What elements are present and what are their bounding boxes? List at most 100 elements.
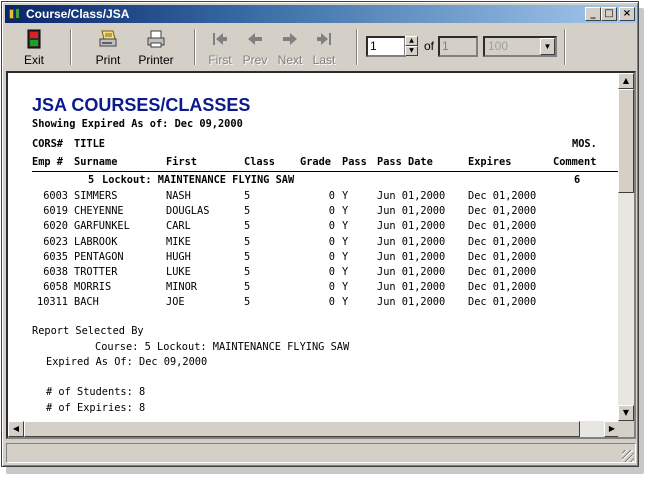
cell-surname: PENTAGON xyxy=(74,250,124,263)
first-page-button[interactable]: First xyxy=(204,26,236,68)
cell-grade: 0 xyxy=(328,281,335,294)
resize-grip-icon[interactable] xyxy=(622,450,634,462)
report-title: JSA COURSES/CLASSES xyxy=(32,95,251,115)
cell-grade: 0 xyxy=(328,220,335,233)
cell-expires: Dec 01,2000 xyxy=(468,250,537,263)
header-pass-date: Pass Date xyxy=(377,156,433,168)
scroll-up-icon[interactable]: ▲ xyxy=(618,73,634,89)
cell-pass-date: Jun 01,2000 xyxy=(377,190,446,202)
summary-expired: Expired As Of: Dec 09,2000 xyxy=(46,356,208,368)
first-page-icon xyxy=(211,28,229,50)
spin-down-icon[interactable]: ▼ xyxy=(405,46,418,56)
header-grade: Grade xyxy=(300,156,331,168)
cell-pass: Y xyxy=(342,190,349,202)
header-mos: MOS. xyxy=(572,138,597,150)
cell-pass-date: Jun 01,2000 xyxy=(377,266,446,278)
cell-pass-date: Jun 01,2000 xyxy=(377,281,446,294)
zoom-select[interactable]: 100 ▼ xyxy=(483,36,557,57)
cell-class: 5 xyxy=(244,250,251,263)
cell-surname: GARFUNKEL xyxy=(74,220,130,233)
chevron-down-icon[interactable]: ▼ xyxy=(540,38,555,55)
report-subtitle: Showing Expired As of: Dec 09,2000 xyxy=(32,118,243,130)
arrow-right-icon xyxy=(281,28,299,50)
cell-emp: 6019 xyxy=(43,205,68,218)
vertical-scroll-thumb[interactable] xyxy=(618,89,634,193)
cell-pass-date: Jun 01,2000 xyxy=(377,235,446,248)
cell-expires: Dec 01,2000 xyxy=(468,281,537,294)
cell-class: 5 xyxy=(244,281,251,294)
cell-surname: SIMMERS xyxy=(74,190,118,202)
prev-page-button[interactable]: Prev xyxy=(239,26,271,68)
cell-emp: 6035 xyxy=(43,250,68,263)
cell-grade: 0 xyxy=(328,205,335,218)
page-total-field: 1 xyxy=(438,36,478,57)
header-pass: Pass xyxy=(342,156,367,168)
arrow-left-icon xyxy=(246,28,264,50)
horizontal-scrollbar[interactable]: ◀ ▶ xyxy=(8,421,620,437)
cell-grade: 0 xyxy=(328,250,335,263)
cell-emp: 10311 xyxy=(37,296,68,309)
cell-expires: Dec 01,2000 xyxy=(468,235,537,248)
cell-emp: 6058 xyxy=(43,281,68,294)
cell-expires: Dec 01,2000 xyxy=(468,205,537,218)
header-expires: Expires xyxy=(468,156,512,168)
print-button[interactable]: Print xyxy=(86,26,130,68)
maximize-button[interactable]: □ xyxy=(601,7,617,21)
cell-pass: Y xyxy=(342,296,349,309)
print-icon xyxy=(98,28,118,50)
cell-surname: MORRIS xyxy=(74,281,112,294)
header-cors: CORS# xyxy=(32,138,63,150)
vertical-scrollbar[interactable]: ▲ ▼ xyxy=(618,73,634,421)
page-number-input[interactable]: 1 xyxy=(366,36,406,57)
cell-expires: Dec 01,2000 xyxy=(468,266,537,278)
scroll-down-icon[interactable]: ▼ xyxy=(618,405,634,421)
header-title: TITLE xyxy=(74,138,105,150)
exit-button[interactable]: Exit xyxy=(14,26,54,68)
page-spinner[interactable]: ▲ ▼ xyxy=(405,36,418,57)
summary-selected-by: Report Selected By xyxy=(32,325,144,337)
header-class: Class xyxy=(244,156,275,168)
header-emp: Emp # xyxy=(32,156,63,168)
scroll-corner xyxy=(618,421,634,437)
cell-class: 5 xyxy=(244,235,251,248)
next-page-button[interactable]: Next xyxy=(274,26,306,68)
cell-expires: Dec 01,2000 xyxy=(468,220,537,233)
spin-up-icon[interactable]: ▲ xyxy=(405,36,418,46)
printer-icon xyxy=(146,28,166,50)
cell-pass: Y xyxy=(342,250,349,263)
printer-setup-button[interactable]: Printer xyxy=(134,26,178,68)
status-pane xyxy=(6,443,636,463)
cell-first: MINOR xyxy=(166,281,197,294)
minimize-button[interactable]: _ xyxy=(585,7,601,21)
group-mos: 6 xyxy=(574,174,581,186)
report-page: JSA COURSES/CLASSES Showing Expired As o… xyxy=(8,73,620,421)
toolbar-separator xyxy=(356,29,358,65)
header-comment: Comment xyxy=(553,156,597,168)
cell-pass: Y xyxy=(342,281,349,294)
cell-class: 5 xyxy=(244,266,251,278)
summary-course: Course: 5 Lockout: MAINTENANCE FLYING SA… xyxy=(95,341,350,353)
cell-grade: 0 xyxy=(328,266,335,278)
report-viewport[interactable]: JSA COURSES/CLASSES Showing Expired As o… xyxy=(6,71,636,439)
cell-class: 5 xyxy=(244,190,251,202)
cell-first: MIKE xyxy=(166,235,191,248)
cell-pass-date: Jun 01,2000 xyxy=(377,205,446,218)
scroll-left-icon[interactable]: ◀ xyxy=(8,421,24,437)
cell-class: 5 xyxy=(244,296,251,309)
cell-first: LUKE xyxy=(166,266,191,278)
title-bar[interactable]: Course/Class/JSA _ □ × xyxy=(5,5,637,23)
cell-pass-date: Jun 01,2000 xyxy=(377,250,446,263)
header-rule xyxy=(32,171,620,172)
exit-door-icon xyxy=(27,28,41,50)
cell-first: JOE xyxy=(166,296,185,309)
cell-emp: 6023 xyxy=(43,235,68,248)
cell-pass-date: Jun 01,2000 xyxy=(377,220,446,233)
horizontal-scroll-thumb[interactable] xyxy=(24,421,580,437)
cell-class: 5 xyxy=(244,205,251,218)
last-page-button[interactable]: Last xyxy=(308,26,340,68)
cell-grade: 0 xyxy=(328,235,335,248)
cell-class: 5 xyxy=(244,220,251,233)
cell-grade: 0 xyxy=(328,190,335,202)
close-button[interactable]: × xyxy=(619,7,635,21)
cell-first: HUGH xyxy=(166,250,191,263)
